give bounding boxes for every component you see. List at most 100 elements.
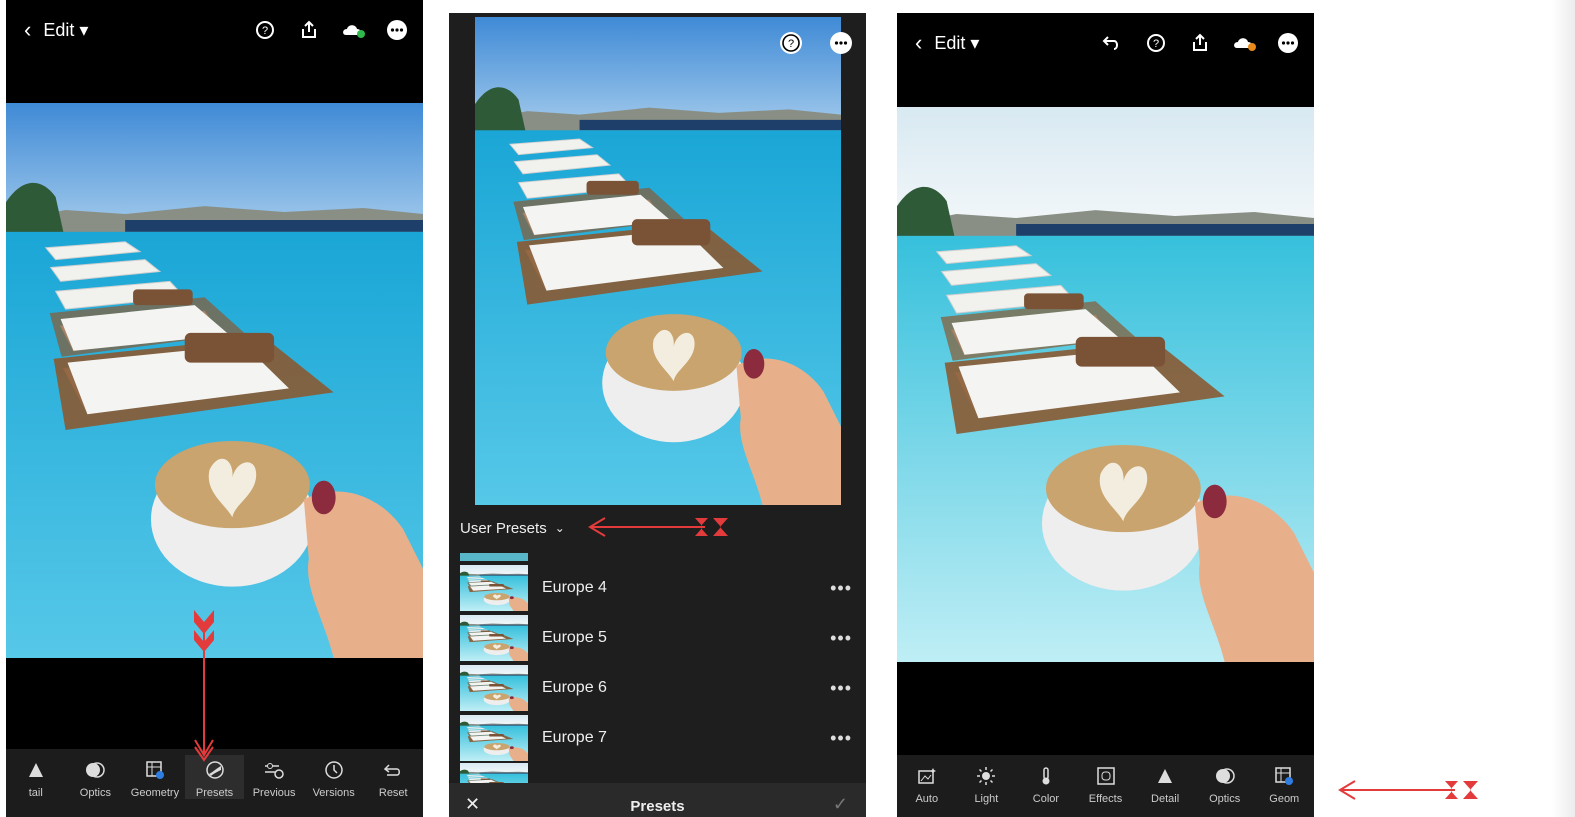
geometry-icon	[1274, 761, 1294, 791]
preset-more-button[interactable]: •••	[830, 628, 852, 649]
partial-thumb	[460, 553, 528, 561]
tool-label: Geom	[1269, 793, 1300, 805]
preset-more-button[interactable]: •••	[830, 728, 852, 749]
help-icon[interactable]: ?	[1144, 31, 1168, 55]
preset-name: Europe 7	[542, 729, 607, 746]
photo	[475, 17, 841, 505]
edit-label: Edit	[934, 32, 966, 53]
preset-name: Europe 5	[542, 629, 607, 646]
tool-label: Auto	[915, 793, 939, 805]
tool-light[interactable]: Light	[957, 761, 1017, 805]
edit-label: Edit	[43, 19, 75, 40]
preset-more-button[interactable]: •••	[830, 678, 852, 699]
preset-thumbnail	[460, 763, 528, 785]
tool-auto[interactable]: Auto	[897, 761, 957, 805]
tool-geometry[interactable]: Geometry	[125, 755, 185, 799]
edit-menu[interactable]: Edit ▾	[934, 33, 979, 54]
chevron-down-icon: ⌄	[554, 521, 565, 535]
tool-optics[interactable]: Optics	[1195, 761, 1255, 805]
sheet-title: Presets	[630, 798, 685, 815]
preset-list: Europe 4 ••• Europe 5 ••• Europe 6 ••• Europe …	[449, 563, 866, 785]
edit-menu[interactable]: Edit ▾	[43, 20, 88, 41]
svg-text:?: ?	[1153, 38, 1159, 50]
cloud-sync-icon[interactable]	[1232, 31, 1256, 55]
tool-label: Light	[974, 793, 999, 805]
cloud-sync-icon[interactable]	[341, 18, 365, 42]
presets-panel: ? User Presets ⌄ Europe 4 ••• Europe 5 ••• E…	[449, 13, 866, 817]
tool-label: Previous	[252, 787, 296, 799]
preset-thumbnail	[460, 565, 528, 611]
tool-label: Effects	[1088, 793, 1123, 805]
optics-icon	[85, 755, 106, 785]
tool-label: Geometry	[130, 787, 180, 799]
svg-text:?: ?	[788, 38, 794, 50]
preset-thumbnail	[460, 615, 528, 661]
close-icon[interactable]: ✕	[465, 794, 480, 815]
photo	[6, 103, 423, 658]
back-icon[interactable]: ‹	[24, 17, 31, 43]
tool-label: Versions	[312, 787, 355, 799]
preset-more-button[interactable]: •••	[830, 578, 852, 599]
tool-label: Color	[1032, 793, 1060, 805]
edit-toolbar: Auto Light Color Effects Detail Optics Geom	[897, 755, 1314, 817]
tool-detail[interactable]: Detail	[1135, 761, 1195, 805]
light-icon	[976, 761, 996, 791]
tool-reset[interactable]: Reset	[363, 755, 423, 799]
top-bar: ‹ Edit ▾ ?	[6, 0, 423, 60]
tool-label: Presets	[195, 787, 234, 799]
back-icon[interactable]: ‹	[915, 30, 922, 56]
preset-group-dropdown[interactable]: User Presets ⌄	[449, 505, 866, 551]
tool-presets[interactable]: Presets	[184, 755, 245, 799]
preset-item[interactable]: Europe 4 •••	[449, 563, 866, 613]
more-icon[interactable]	[385, 18, 409, 42]
preset-thumbnail	[460, 665, 528, 711]
presets-icon	[205, 755, 225, 785]
presets-sheet-bar: ✕ Presets ✓	[449, 783, 866, 817]
previous-icon	[263, 755, 285, 785]
tool-detail[interactable]: tail	[6, 755, 66, 799]
detail-icon	[1156, 761, 1174, 791]
more-icon[interactable]	[1276, 31, 1300, 55]
help-icon[interactable]: ?	[253, 18, 277, 42]
preset-group-label: User Presets	[460, 519, 547, 537]
versions-icon	[324, 755, 344, 785]
preset-item[interactable]: Europe 5 •••	[449, 613, 866, 663]
share-icon[interactable]	[1188, 31, 1212, 55]
detail-icon	[27, 755, 45, 785]
editor-panel-3: ‹ Edit ▾ ? Auto Light Color Effects Detail Op…	[897, 13, 1314, 817]
tool-optics[interactable]: Optics	[66, 755, 126, 799]
undo-icon[interactable]	[1100, 31, 1124, 55]
svg-text:?: ?	[262, 25, 268, 37]
editor-panel-1: ‹ Edit ▾ ? tail Optics Geometry Presets Prev…	[6, 0, 423, 817]
tool-color[interactable]: Color	[1016, 761, 1076, 805]
help-icon[interactable]: ?	[779, 31, 803, 60]
arrow-left-annotation-toolbar	[1338, 780, 1478, 800]
preset-item-partial[interactable]	[449, 763, 866, 785]
reset-icon	[383, 755, 403, 785]
more-icon[interactable]	[829, 31, 853, 60]
tool-effects[interactable]: Effects	[1076, 761, 1136, 805]
color-icon	[1038, 761, 1054, 791]
auto-icon	[917, 761, 937, 791]
preset-name: Europe 6	[542, 679, 607, 696]
tool-label: Reset	[378, 787, 408, 799]
preset-item[interactable]: Europe 7 •••	[449, 713, 866, 763]
tool-label: Optics	[79, 787, 111, 799]
tool-label: tail	[28, 787, 43, 799]
tool-versions[interactable]: Versions	[304, 755, 364, 799]
tool-previous[interactable]: Previous	[244, 755, 304, 799]
check-icon[interactable]: ✓	[833, 794, 848, 815]
preset-item[interactable]: Europe 6 •••	[449, 663, 866, 713]
edit-toolbar: tail Optics Geometry Presets Previous Version…	[6, 749, 423, 817]
tool-label: Optics	[1209, 793, 1241, 805]
tool-geometry[interactable]: Geom	[1254, 761, 1314, 805]
share-icon[interactable]	[297, 18, 321, 42]
preset-name: Europe 4	[542, 579, 607, 596]
photo	[897, 107, 1314, 662]
optics-icon	[1215, 761, 1235, 791]
geometry-icon	[145, 755, 165, 785]
effects-icon	[1096, 761, 1116, 791]
top-bar: ‹ Edit ▾ ?	[897, 13, 1314, 73]
tool-label: Detail	[1151, 793, 1180, 805]
preset-thumbnail	[460, 715, 528, 761]
